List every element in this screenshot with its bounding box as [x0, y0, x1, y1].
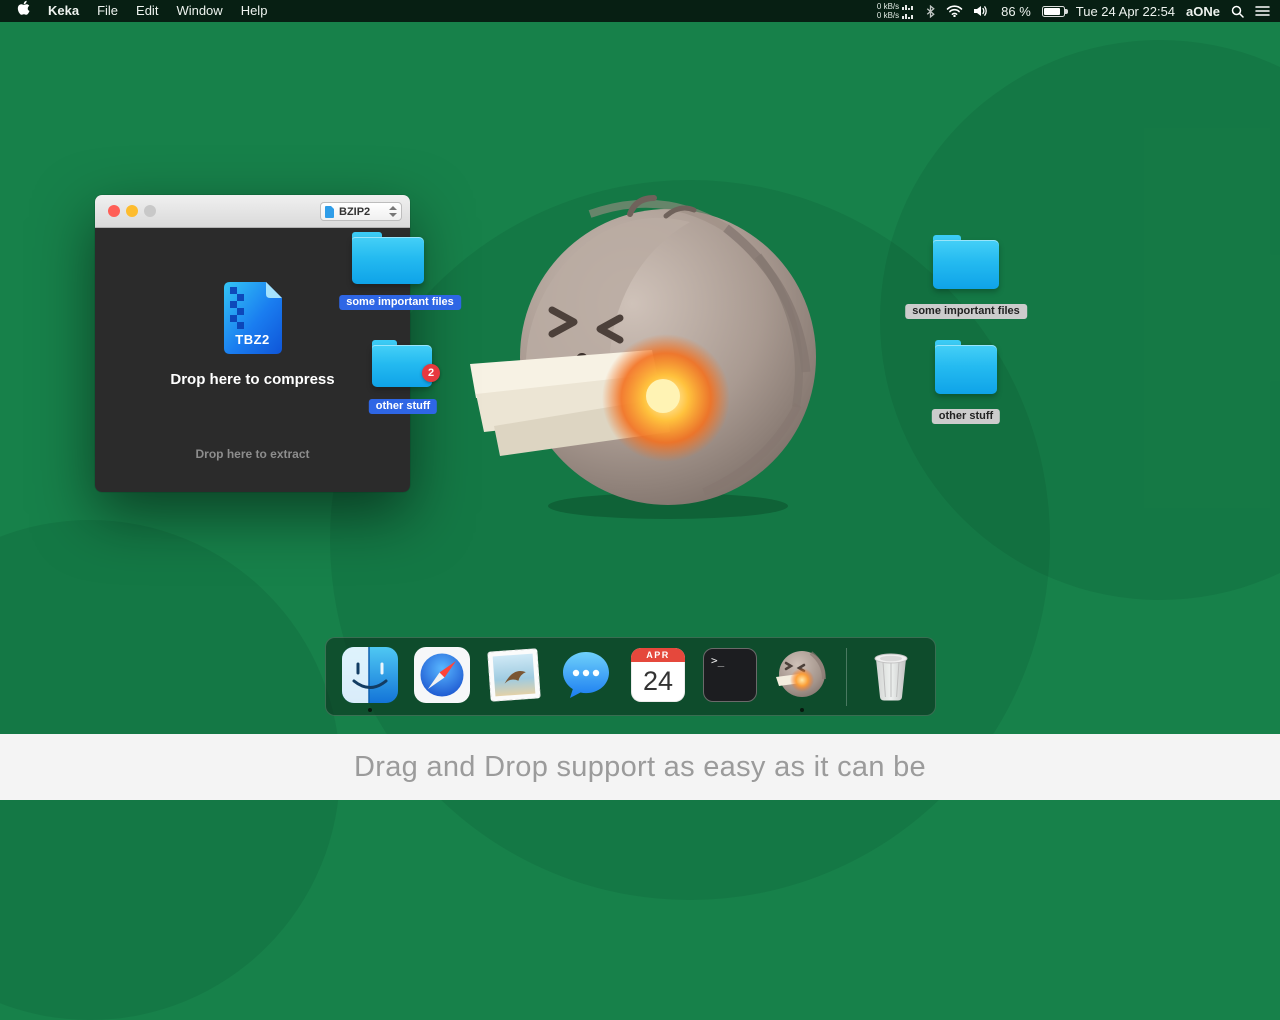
apple-menu[interactable] [8, 0, 39, 23]
drag-folder-some-important-files[interactable] [352, 232, 424, 284]
tbz2-file-icon: TBZ2 [223, 282, 282, 354]
battery-nub [1065, 9, 1068, 14]
desktop-folder-label: some important files [905, 304, 1027, 319]
terminal-prompt: >_ [711, 654, 725, 667]
format-file-icon [325, 205, 334, 218]
notification-center-icon[interactable] [1255, 5, 1270, 17]
calendar-day: 24 [642, 666, 674, 696]
keka-mascot-illustration [470, 195, 816, 519]
desktop-folder-label: other stuff [931, 409, 1001, 424]
zoom-button[interactable] [144, 205, 156, 217]
menu-clock[interactable]: Tue 24 Apr 22:54 [1076, 4, 1175, 19]
dock-terminal-icon[interactable]: >_ [702, 647, 758, 703]
drag-folder-label: some important files [339, 295, 461, 310]
wifi-icon[interactable] [946, 5, 963, 17]
battery-percentage: 86 % [1001, 3, 1031, 19]
network-up-speed: 0 kB/s [876, 2, 900, 11]
count-badge: 2 [422, 364, 440, 382]
calendar-month: APR [631, 648, 685, 662]
dock-safari-icon[interactable] [414, 647, 470, 703]
format-value: BZIP2 [339, 205, 371, 218]
desktop-folder-some-important-files[interactable] [933, 235, 999, 289]
dock-calendar-icon[interactable]: APR 24 [630, 647, 686, 703]
folder-body [352, 237, 424, 284]
minimize-button[interactable] [126, 205, 138, 217]
tbz2-label: TBZ2 [235, 332, 270, 347]
network-bars-icon [902, 5, 914, 19]
drag-folder-other-stuff[interactable]: 2 [372, 340, 440, 387]
folder-body [372, 345, 432, 387]
bluetooth-icon[interactable] [926, 4, 935, 18]
menu-help[interactable]: Help [232, 0, 277, 22]
network-monitor[interactable]: 0 kB/s 0 kB/s [877, 2, 915, 20]
dock-mail-icon[interactable] [486, 647, 542, 703]
menu-bar: Keka File Edit Window Help 0 kB/s 0 kB/s [0, 0, 1280, 22]
compress-drop-text: Drop here to compress [170, 371, 335, 388]
extract-drop-text: Drop here to extract [195, 447, 310, 461]
dock-keka-icon[interactable] [774, 647, 830, 703]
apple-icon [17, 0, 30, 15]
caption-text: Drag and Drop support as easy as it can … [354, 750, 926, 783]
chevron-up-down-icon [389, 206, 397, 217]
folder-body [933, 240, 999, 289]
menu-file[interactable]: File [88, 0, 127, 22]
dock-finder-icon[interactable] [342, 647, 398, 703]
extract-drop-zone[interactable]: Drop here to extract [95, 417, 410, 492]
menu-account[interactable]: aONe [1186, 4, 1220, 19]
window-titlebar[interactable]: BZIP2 [95, 195, 410, 228]
battery-icon[interactable] [1041, 5, 1068, 17]
dock-separator [846, 647, 847, 706]
battery-fill [1043, 7, 1061, 15]
dock-trash-icon[interactable] [863, 647, 919, 703]
menu-app-name[interactable]: Keka [39, 0, 88, 22]
dock-messages-icon[interactable] [558, 647, 614, 703]
dock: APR 24 >_ [325, 637, 936, 716]
volume-icon[interactable] [974, 5, 990, 17]
menu-window[interactable]: Window [167, 0, 231, 22]
network-down-speed: 0 kB/s [876, 11, 900, 20]
format-select[interactable]: BZIP2 [320, 202, 402, 221]
folder-body [935, 345, 997, 394]
drag-folder-label: other stuff [368, 399, 438, 414]
caption-bar: Drag and Drop support as easy as it can … [0, 734, 1280, 800]
close-button[interactable] [108, 205, 120, 217]
spotlight-search-icon[interactable] [1231, 5, 1244, 18]
desktop-folder-other-stuff[interactable] [935, 340, 997, 394]
menu-edit[interactable]: Edit [127, 0, 167, 22]
